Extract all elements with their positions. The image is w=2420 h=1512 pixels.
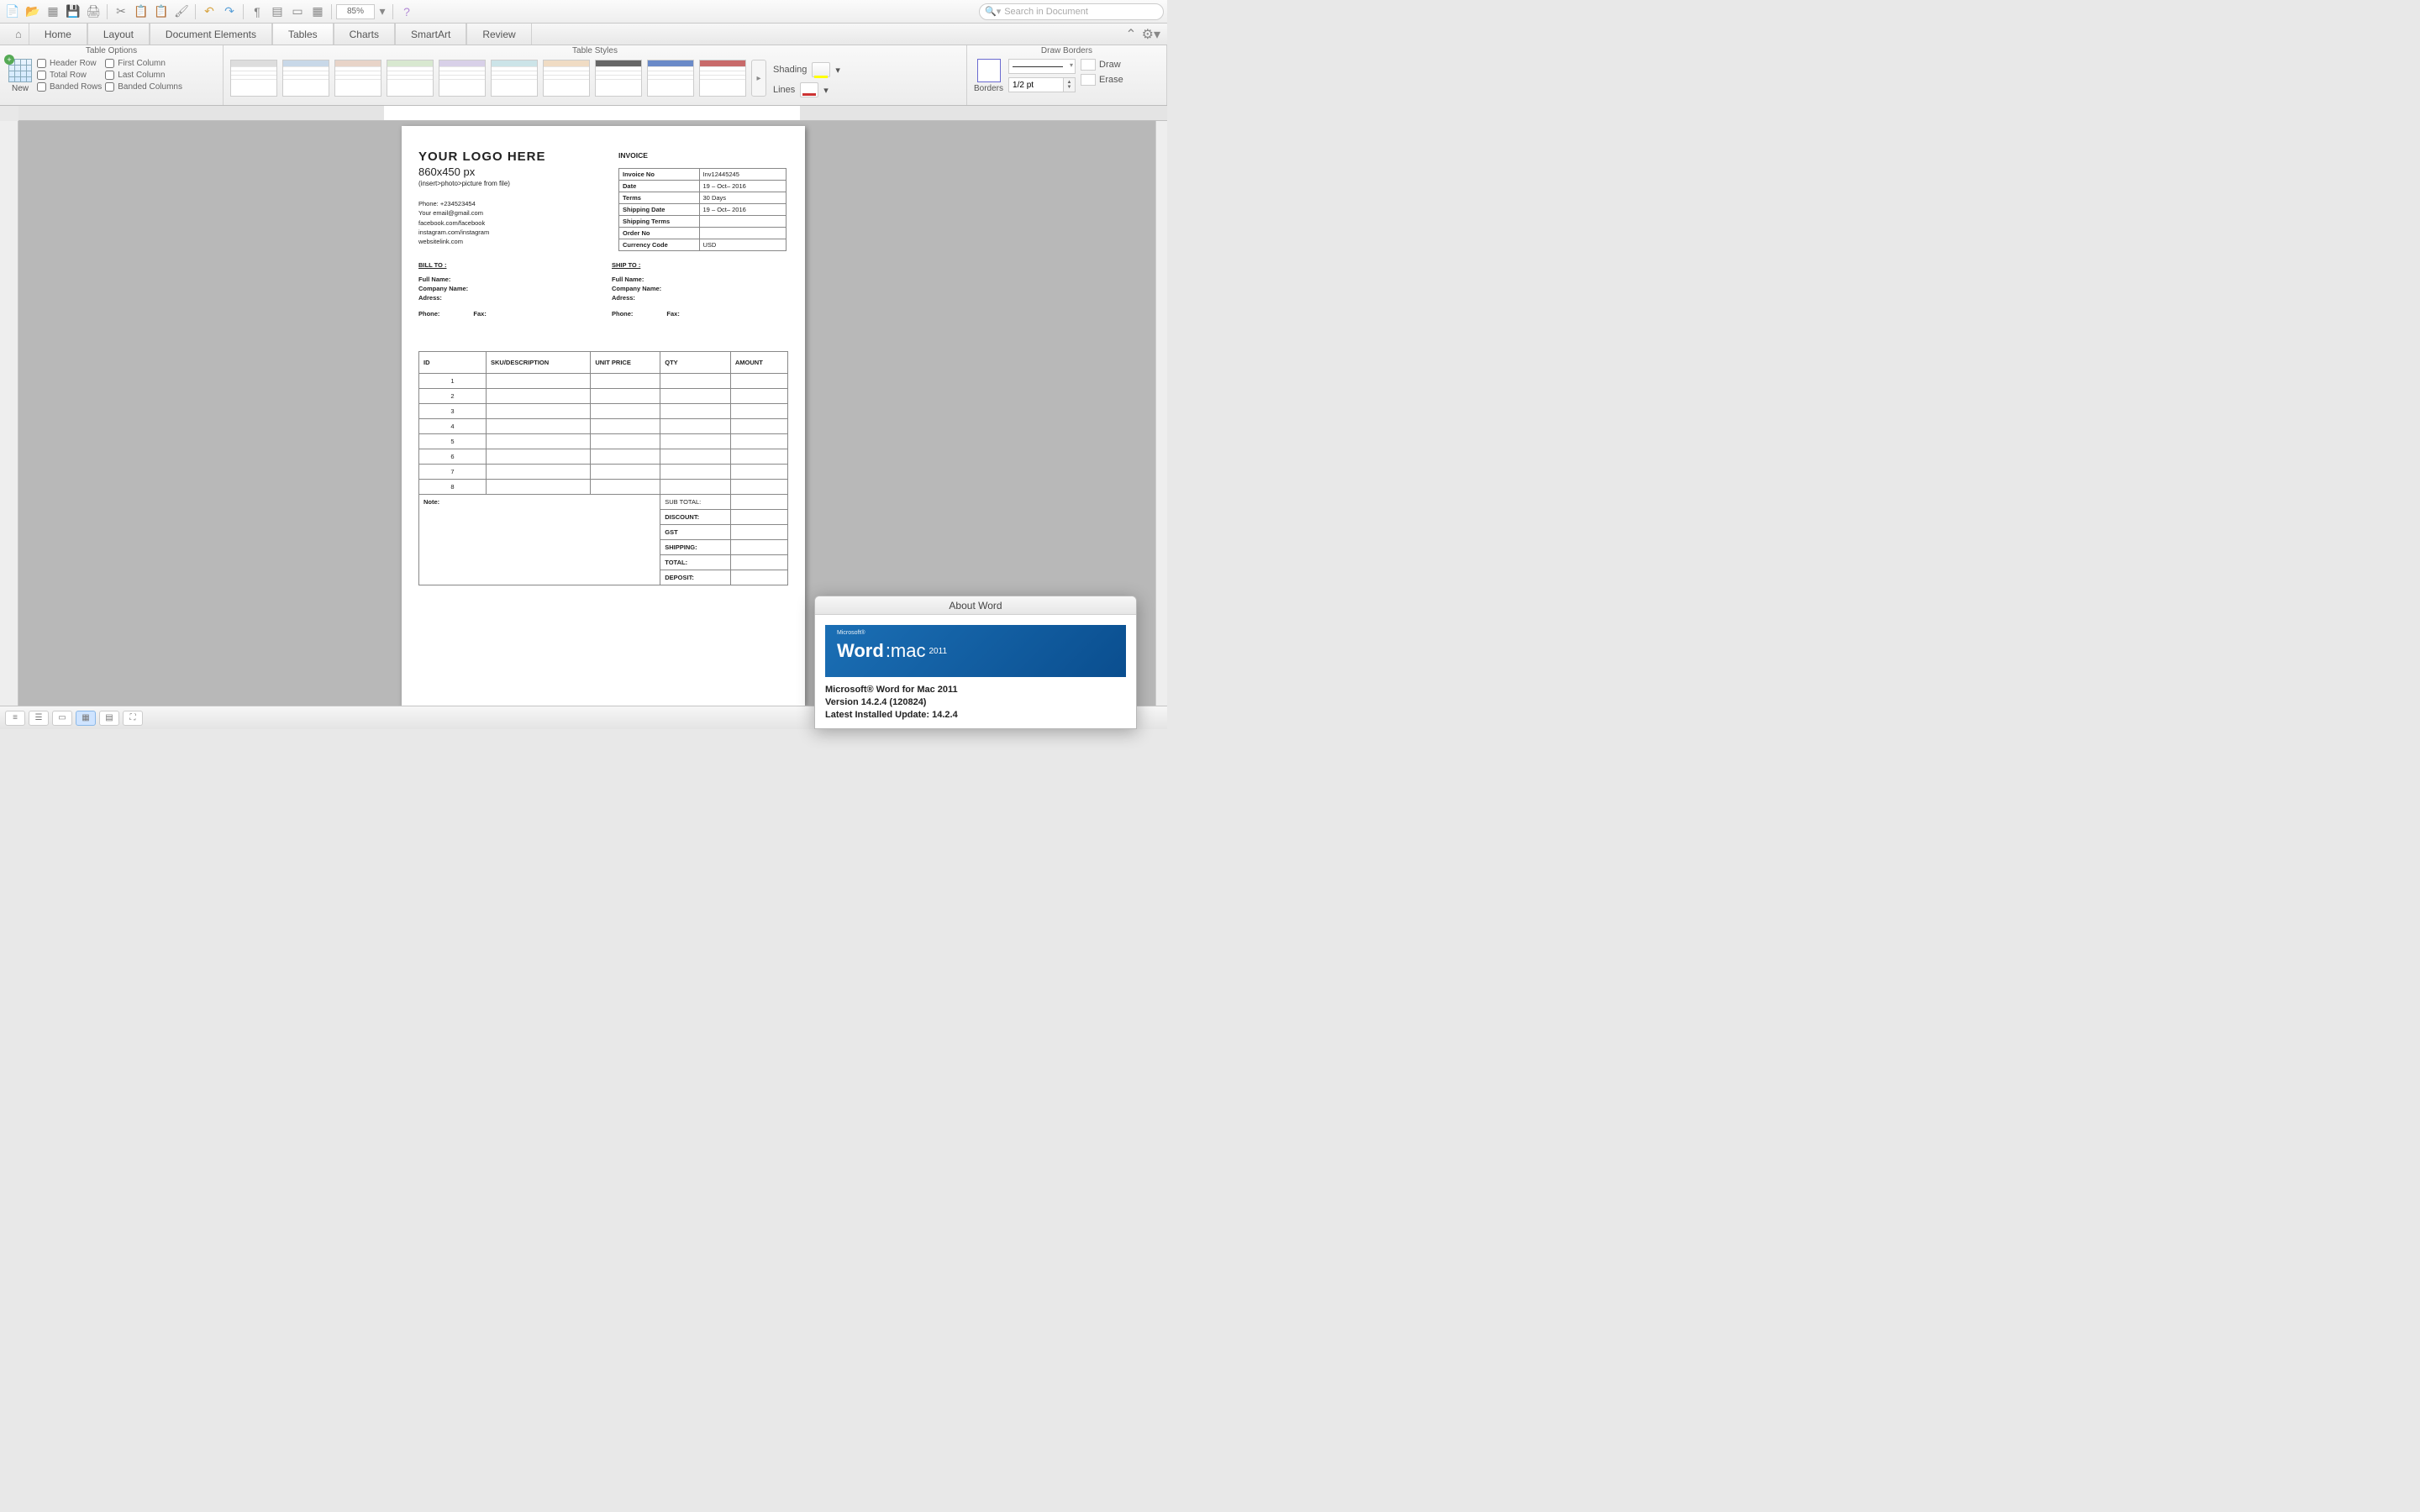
line-style-select[interactable]: ▾: [1008, 59, 1076, 74]
check-first-column[interactable]: First Column: [105, 59, 182, 68]
help-icon[interactable]: ?: [397, 3, 416, 21]
eraser-icon: [1081, 74, 1096, 86]
about-banner: Microsoft® Word:mac2011: [825, 625, 1126, 677]
borders-button[interactable]: Borders: [974, 59, 1003, 93]
zoom-level[interactable]: 85%: [336, 4, 375, 19]
new-table-button[interactable]: + New: [7, 57, 34, 95]
group-table-styles: Table Styles ▸ Shading▾ Lines▾: [224, 45, 967, 105]
tab-home[interactable]: Home: [29, 24, 87, 45]
redo-icon[interactable]: ↷: [220, 3, 239, 21]
about-info: Microsoft® Word for Mac 2011 Version 14.…: [815, 684, 1136, 728]
pencil-icon: [1081, 59, 1096, 71]
group-draw-borders: Draw Borders Borders ▾ ▲▼ Draw Erase: [967, 45, 1167, 105]
save-icon[interactable]: 💾: [64, 3, 82, 21]
ribbon-tabs: ⌂ Home Layout Document Elements Tables C…: [0, 24, 1167, 45]
table-style-swatch[interactable]: [543, 60, 590, 97]
view-publishing-icon[interactable]: ▭: [52, 711, 72, 726]
invoice-meta-table: Invoice NoInv12445245Date19 – Oct– 2016T…: [618, 168, 786, 251]
borders-icon: [977, 59, 1001, 82]
pilcrow-icon[interactable]: ¶: [248, 3, 266, 21]
styles-more-icon[interactable]: ▸: [751, 60, 766, 97]
about-word-dialog[interactable]: About Word Microsoft® Word:mac2011 Micro…: [814, 596, 1137, 729]
view-fullscreen-icon[interactable]: ⛶: [123, 711, 143, 726]
page[interactable]: YOUR LOGO HERE 860x450 px (insert>photo>…: [402, 126, 805, 706]
erase-button[interactable]: Erase: [1081, 74, 1123, 86]
check-last-column[interactable]: Last Column: [105, 71, 182, 80]
table-style-swatch[interactable]: [647, 60, 694, 97]
shading-label: Shading: [773, 65, 807, 75]
check-header-row[interactable]: Header Row: [37, 59, 102, 68]
new-table-icon: +: [8, 59, 32, 82]
check-banded-columns[interactable]: Banded Columns: [105, 82, 182, 92]
template-icon[interactable]: ▦: [44, 3, 62, 21]
tab-tables[interactable]: Tables: [272, 24, 334, 45]
line-weight-spinner[interactable]: ▲▼: [1064, 77, 1076, 92]
ship-to-block: SHIP TO : Full Name: Company Name: Adres…: [612, 261, 788, 318]
vertical-scrollbar[interactable]: [1155, 121, 1167, 706]
table-style-swatch[interactable]: [595, 60, 642, 97]
cut-icon[interactable]: ✂: [112, 3, 130, 21]
items-table: IDSKU/DESCRIPTIONUNIT PRICEQTYAMOUNT 123…: [418, 351, 788, 585]
toolbox-icon[interactable]: ▭: [288, 3, 307, 21]
line-weight-input[interactable]: [1008, 77, 1064, 92]
new-doc-icon[interactable]: 📄: [3, 3, 22, 21]
view-print-layout-icon[interactable]: ▦: [76, 711, 96, 726]
format-painter-icon[interactable]: 🖌: [172, 3, 191, 21]
home-icon[interactable]: ⌂: [8, 24, 29, 45]
undo-icon[interactable]: ↶: [200, 3, 218, 21]
settings-gear-icon[interactable]: ⚙▾: [1142, 26, 1160, 43]
copy-icon[interactable]: 📋: [132, 3, 150, 21]
open-icon[interactable]: 📂: [24, 3, 42, 21]
zoom-dropdown-icon[interactable]: ▾: [376, 3, 388, 21]
table-style-swatch[interactable]: [699, 60, 746, 97]
sidebar-icon[interactable]: ▤: [268, 3, 287, 21]
search-input[interactable]: 🔍▾ Search in Document: [979, 3, 1164, 20]
invoice-heading: INVOICE: [618, 151, 786, 160]
about-titlebar[interactable]: About Word: [815, 596, 1136, 615]
tab-smartart[interactable]: SmartArt: [395, 24, 466, 45]
quick-access-toolbar: 📄 📂 ▦ 💾 🖨 ✂ 📋 📋 🖌 ↶ ↷ ¶ ▤ ▭ ▦ 85% ▾ ? 🔍▾…: [0, 0, 1167, 24]
line-color-icon[interactable]: [800, 82, 818, 97]
table-style-swatch[interactable]: [334, 60, 381, 97]
tab-document-elements[interactable]: Document Elements: [150, 24, 272, 45]
table-style-swatch[interactable]: [491, 60, 538, 97]
tab-charts[interactable]: Charts: [334, 24, 395, 45]
collapse-ribbon-icon[interactable]: ⌃: [1125, 26, 1136, 43]
lines-label: Lines: [773, 85, 795, 95]
bill-to-block: BILL TO : Full Name: Company Name: Adres…: [418, 261, 595, 318]
horizontal-ruler[interactable]: [18, 106, 1167, 121]
vertical-ruler[interactable]: [0, 121, 18, 706]
table-style-swatch[interactable]: [230, 60, 277, 97]
tab-layout[interactable]: Layout: [87, 24, 150, 45]
search-placeholder: Search in Document: [1004, 7, 1088, 17]
search-icon: 🔍▾: [985, 6, 1001, 17]
draw-button[interactable]: Draw: [1081, 59, 1123, 71]
paste-icon[interactable]: 📋: [152, 3, 171, 21]
table-style-swatch[interactable]: [439, 60, 486, 97]
check-total-row[interactable]: Total Row: [37, 71, 102, 80]
group-title: Table Options: [0, 46, 223, 55]
tab-review[interactable]: Review: [466, 24, 531, 45]
check-banded-rows[interactable]: Banded Rows: [37, 82, 102, 92]
table-style-swatch[interactable]: [282, 60, 329, 97]
view-draft-icon[interactable]: ≡: [5, 711, 25, 726]
shading-color-icon[interactable]: [812, 62, 830, 77]
view-notebook-icon[interactable]: ▤: [99, 711, 119, 726]
group-title: Draw Borders: [967, 46, 1166, 55]
table-style-swatch[interactable]: [387, 60, 434, 97]
print-icon[interactable]: 🖨: [84, 3, 103, 21]
view-outline-icon[interactable]: ☰: [29, 711, 49, 726]
media-icon[interactable]: ▦: [308, 3, 327, 21]
ribbon-body: Table Options + New Header Row Total Row…: [0, 45, 1167, 106]
group-title: Table Styles: [224, 46, 966, 55]
group-table-options: Table Options + New Header Row Total Row…: [0, 45, 224, 105]
